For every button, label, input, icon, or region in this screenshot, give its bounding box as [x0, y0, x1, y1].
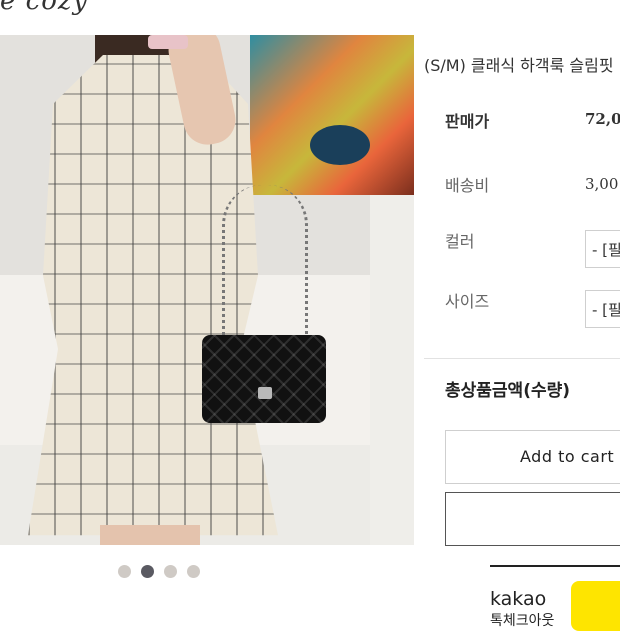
product-image[interactable]: [0, 35, 414, 545]
kakao-checkout-button[interactable]: [571, 581, 620, 631]
kakao-divider: [490, 565, 620, 567]
color-label: 컬러: [445, 232, 475, 251]
shipping-value: 3,00: [585, 175, 619, 193]
gallery-dot-3[interactable]: [164, 565, 177, 578]
photo-bag-clasp: [258, 387, 272, 399]
photo-shelf: [370, 195, 414, 545]
price-label: 판매가: [445, 112, 490, 131]
shipping-label: 배송비: [445, 176, 490, 195]
brand-logo[interactable]: e cozy: [0, 0, 88, 16]
gallery-dot-2[interactable]: [141, 565, 154, 578]
kakao-checkout-title: kakao: [490, 588, 547, 610]
gallery-dot-4[interactable]: [187, 565, 200, 578]
total-price-label: 총상품금액(수량): [445, 381, 571, 401]
photo-phone: [148, 35, 188, 49]
gallery-dot-1[interactable]: [118, 565, 131, 578]
photo-legs: [100, 525, 200, 545]
photo-bag-strap: [222, 185, 308, 345]
gallery-pagination: [118, 565, 200, 578]
buy-now-button[interactable]: [445, 492, 620, 546]
photo-quilted-bag: [202, 335, 326, 423]
price-value: 72,00: [585, 110, 620, 128]
photo-painting-detail: [310, 125, 370, 165]
kakao-checkout-subtitle: 톡체크아웃: [490, 613, 555, 629]
add-to-cart-button[interactable]: Add to cart: [445, 430, 620, 484]
photo-painting: [250, 35, 414, 195]
product-title: (S/M) 클래식 하객룩 슬림핏: [424, 56, 614, 75]
size-select[interactable]: - [필: [585, 290, 620, 328]
color-select[interactable]: - [필: [585, 230, 620, 268]
size-label: 사이즈: [445, 292, 490, 311]
divider: [424, 358, 620, 359]
